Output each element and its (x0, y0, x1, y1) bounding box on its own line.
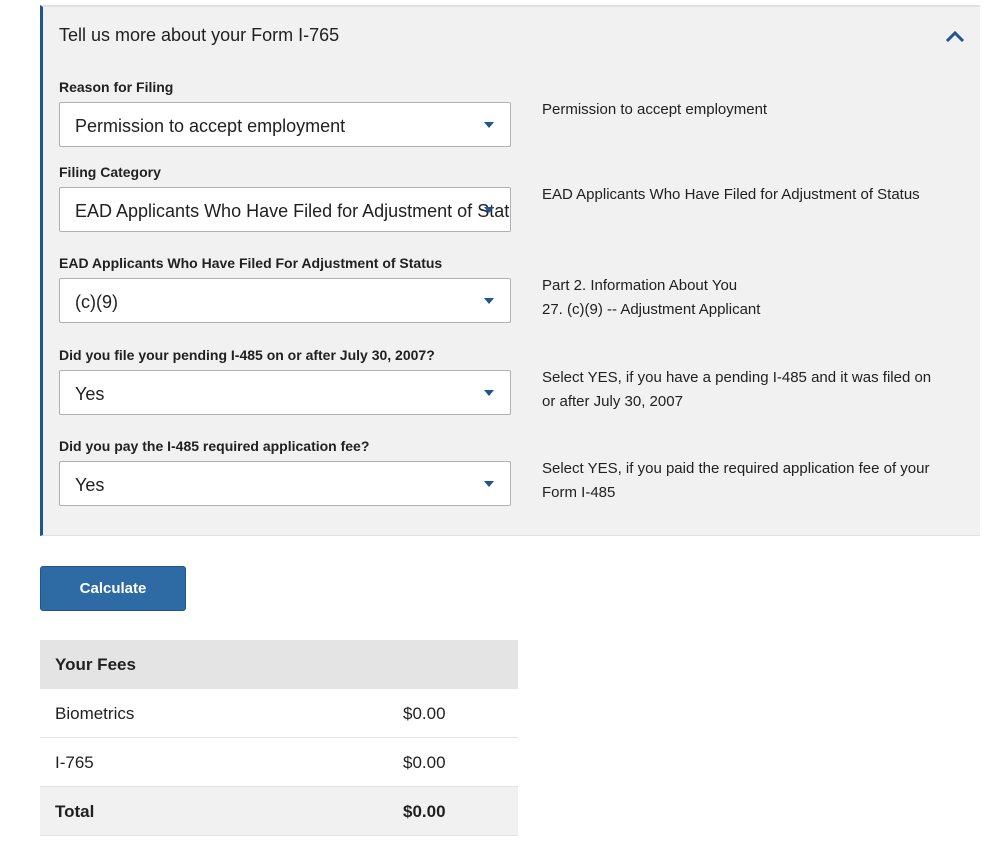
fee-amount: $0.00 (403, 704, 446, 723)
dropdown-caret-icon (484, 207, 494, 213)
i485-filed-date-help: Select YES, if you have a pending I-485 … (542, 369, 932, 410)
total-label: Total (55, 802, 95, 821)
table-row: Biometrics $0.00 (40, 689, 518, 738)
form-details-panel: Tell us more about your Form I-765 Reaso… (40, 5, 980, 536)
ead-category-select[interactable]: (c)(9) (59, 278, 511, 323)
i485-fee-paid-help: Select YES, if you paid the required app… (542, 460, 930, 501)
reason-for-filing-value: Permission to accept employment (75, 116, 346, 136)
ead-category-help: Part 2. Information About You 27. (c)(9)… (542, 274, 932, 322)
chevron-up-icon[interactable] (944, 28, 966, 44)
calculate-button[interactable]: Calculate (40, 566, 186, 611)
i485-fee-paid-value: Yes (75, 475, 105, 495)
filing-category-label: Filing Category (59, 164, 161, 180)
filing-category-select[interactable]: EAD Applicants Who Have Filed for Adjust… (59, 187, 511, 232)
total-row: Total $0.00 (40, 787, 518, 836)
table-row: I-765 $0.00 (40, 738, 518, 787)
i485-filed-date-value: Yes (75, 384, 105, 404)
dropdown-caret-icon (484, 481, 494, 487)
i485-fee-paid-select[interactable]: Yes (59, 461, 511, 506)
i485-filed-date-label: Did you file your pending I-485 on or af… (59, 347, 435, 363)
fee-amount: $0.00 (403, 753, 446, 772)
reason-for-filing-select[interactable]: Permission to accept employment (59, 102, 511, 147)
dropdown-caret-icon (484, 298, 494, 304)
i485-fee-paid-label: Did you pay the I-485 required applicati… (59, 438, 370, 454)
ead-category-help-line2: 27. (c)(9) -- Adjustment Applicant (542, 301, 761, 318)
total-amount: $0.00 (403, 802, 446, 821)
reason-for-filing-help: Permission to accept employment (542, 101, 768, 118)
reason-for-filing-label: Reason for Filing (59, 79, 174, 95)
panel-title: Tell us more about your Form I-765 (59, 25, 340, 45)
fees-table-title: Your Fees (40, 640, 518, 689)
i485-filed-date-select[interactable]: Yes (59, 370, 511, 415)
filing-category-value: EAD Applicants Who Have Filed for Adjust… (75, 201, 511, 221)
dropdown-caret-icon (484, 390, 494, 396)
dropdown-caret-icon (484, 122, 494, 128)
ead-category-help-line1: Part 2. Information About You (542, 277, 738, 294)
fees-table: Your Fees Biometrics $0.00 I-765 $0.00 T… (40, 640, 518, 836)
fee-name: Biometrics (55, 704, 135, 723)
ead-category-label: EAD Applicants Who Have Filed For Adjust… (59, 255, 443, 271)
ead-category-value: (c)(9) (75, 292, 118, 312)
filing-category-help: EAD Applicants Who Have Filed for Adjust… (542, 186, 920, 203)
fee-name: I-765 (55, 753, 94, 772)
